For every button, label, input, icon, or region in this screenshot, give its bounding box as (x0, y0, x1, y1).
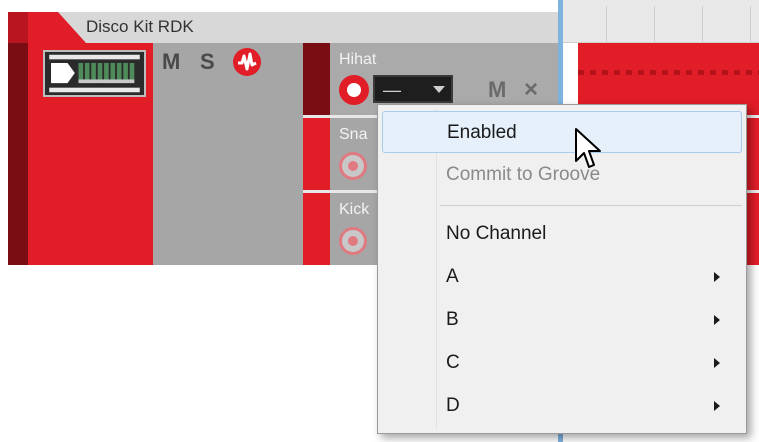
submenu-arrow-icon (714, 272, 720, 282)
menu-separator (440, 205, 742, 206)
menu-item-label: B (446, 309, 459, 330)
channel-dropdown[interactable]: — (373, 75, 453, 103)
lane-select-strip[interactable] (303, 118, 330, 190)
menu-item-a[interactable]: A (382, 256, 742, 298)
record-button[interactable] (339, 152, 367, 180)
submenu-arrow-icon (714, 315, 720, 325)
ruler[interactable] (558, 0, 759, 43)
lane-select-strip[interactable] (303, 193, 330, 265)
lane-context-menu: Enabled Commit to Groove No Channel A B … (377, 104, 747, 434)
submenu-arrow-icon (714, 401, 720, 411)
device-solo-button[interactable]: S (200, 51, 215, 73)
menu-item-label: D (446, 395, 460, 416)
mouse-pointer-icon (574, 127, 602, 171)
drum-machine-icon[interactable] (43, 50, 146, 97)
device-controls: M S (153, 43, 303, 265)
menu-item-label: C (446, 352, 460, 373)
menu-item-d[interactable]: D (382, 385, 742, 427)
channel-value: — (383, 80, 401, 100)
menu-item-no-channel[interactable]: No Channel (382, 213, 742, 255)
lane-name: Sna (339, 126, 368, 143)
record-button[interactable] (339, 227, 367, 255)
menu-item-c[interactable]: C (382, 342, 742, 384)
menu-item-commit-to-groove: Commit to Groove (382, 154, 742, 196)
menu-item-b[interactable]: B (382, 299, 742, 341)
lane-name: Kick (339, 201, 370, 218)
record-button[interactable] (339, 75, 369, 105)
submenu-arrow-icon (714, 358, 720, 368)
device-mute-button[interactable]: M (162, 51, 180, 73)
track-select-strip[interactable] (8, 12, 28, 265)
lane-mute-button[interactable]: M (488, 79, 506, 101)
menu-item-enabled[interactable]: Enabled (382, 111, 742, 153)
chevron-down-icon (433, 86, 445, 93)
note-row (578, 70, 759, 75)
lane-name: Hihat (339, 51, 377, 68)
menu-item-label: A (446, 266, 459, 287)
waveform-record-icon[interactable] (233, 48, 261, 76)
menu-item-label: No Channel (446, 223, 547, 244)
delete-lane-button[interactable]: × (524, 76, 538, 104)
track-title: Disco Kit RDK (86, 17, 194, 36)
lane-select-strip[interactable] (303, 43, 330, 115)
menu-item-label: Enabled (447, 122, 517, 143)
device-panel (28, 43, 153, 265)
